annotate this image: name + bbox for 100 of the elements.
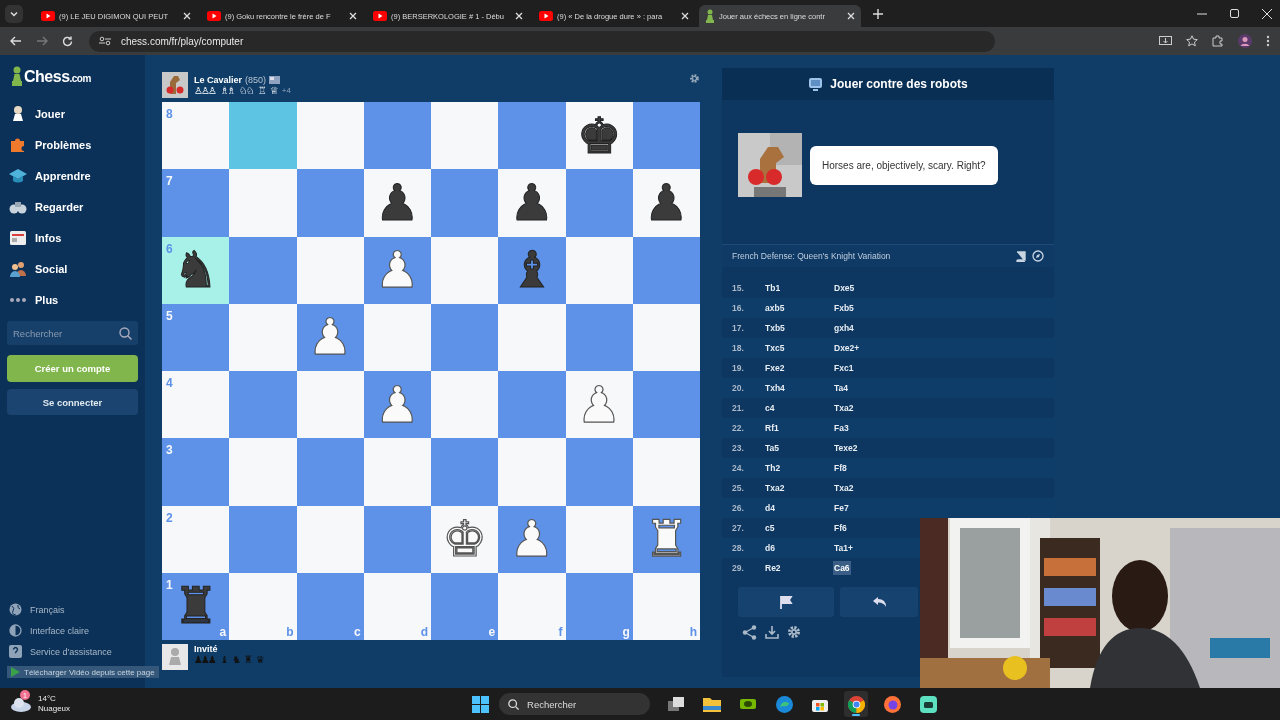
- board-square[interactable]: [296, 102, 364, 170]
- board-square[interactable]: ♟: [498, 169, 566, 237]
- move[interactable]: Ta4: [833, 381, 898, 395]
- board-square[interactable]: [431, 236, 499, 304]
- reload-icon[interactable]: [62, 35, 73, 47]
- move[interactable]: Ff8: [833, 461, 898, 475]
- resign-button[interactable]: [738, 587, 834, 617]
- download-icon[interactable]: [765, 625, 779, 639]
- move[interactable]: Fxe2: [764, 361, 829, 375]
- board-square[interactable]: [431, 102, 499, 170]
- move[interactable]: Txc5: [764, 341, 829, 355]
- chess-piece[interactable]: ♟: [374, 177, 420, 228]
- move[interactable]: axb5: [764, 301, 829, 315]
- settings-icon[interactable]: [689, 72, 700, 84]
- search-icon[interactable]: [119, 326, 132, 340]
- settings-icon[interactable]: [787, 625, 801, 639]
- tab-search-button[interactable]: [5, 4, 23, 23]
- taskbar-search[interactable]: Rechercher: [499, 693, 651, 715]
- board-square[interactable]: ♟: [632, 169, 700, 237]
- board-square[interactable]: [296, 236, 364, 304]
- profile-icon[interactable]: [1238, 34, 1252, 48]
- board-square[interactable]: [565, 303, 633, 371]
- move[interactable]: Txb5: [764, 321, 829, 335]
- undo-button[interactable]: [840, 587, 918, 617]
- move[interactable]: Fxb5: [833, 301, 898, 315]
- move[interactable]: Rf1: [764, 421, 829, 435]
- nav-item[interactable]: Apprendre: [7, 160, 138, 191]
- share-icon[interactable]: [742, 625, 757, 640]
- close-icon[interactable]: [681, 12, 689, 20]
- chess-piece[interactable]: ♟: [643, 177, 689, 228]
- chess-piece[interactable]: ♚: [442, 514, 488, 565]
- download-video-bar[interactable]: Télécharger Vidéo depuis cette page: [7, 666, 159, 678]
- board-square[interactable]: [565, 505, 633, 573]
- move[interactable]: Fxc1: [833, 361, 898, 375]
- board-square[interactable]: ♟: [363, 169, 431, 237]
- board-square[interactable]: ♝: [498, 236, 566, 304]
- install-icon[interactable]: [1159, 35, 1172, 47]
- move[interactable]: Ta1+: [833, 541, 898, 555]
- move[interactable]: Fa3: [833, 421, 898, 435]
- move[interactable]: Ff6: [833, 521, 898, 535]
- move[interactable]: Txa2: [833, 401, 898, 415]
- close-icon[interactable]: [183, 12, 191, 20]
- board-square[interactable]: [363, 505, 431, 573]
- windows-icon[interactable]: [472, 695, 490, 713]
- footer-link[interactable]: Service d'assistance: [7, 641, 138, 662]
- compass-icon[interactable]: [1032, 250, 1044, 262]
- site-settings-icon[interactable]: [99, 36, 111, 46]
- chess-piece[interactable]: ♝: [509, 245, 555, 296]
- board-square[interactable]: [431, 303, 499, 371]
- move[interactable]: Txa2: [833, 481, 898, 495]
- move[interactable]: Ta5: [764, 441, 829, 455]
- move[interactable]: d6: [764, 541, 829, 555]
- move[interactable]: Txh4: [764, 381, 829, 395]
- chess-piece[interactable]: ♟: [509, 177, 555, 228]
- move[interactable]: d4: [764, 501, 829, 515]
- chess-piece[interactable]: ♜: [173, 581, 219, 632]
- move[interactable]: Re2: [764, 561, 829, 575]
- board-square[interactable]: ♚: [431, 505, 499, 573]
- board-square[interactable]: [632, 236, 700, 304]
- minimize-icon[interactable]: [1197, 12, 1207, 15]
- board-square[interactable]: [363, 102, 431, 170]
- chess-piece[interactable]: ♞: [173, 245, 219, 296]
- footer-link[interactable]: Interface claire: [7, 620, 138, 641]
- board-square[interactable]: [632, 303, 700, 371]
- taskbar-app[interactable]: [844, 691, 869, 717]
- board-square[interactable]: [632, 371, 700, 439]
- chess-piece[interactable]: ♚: [576, 110, 622, 161]
- board-square[interactable]: [431, 371, 499, 439]
- board-square[interactable]: [296, 371, 364, 439]
- board-square[interactable]: [565, 236, 633, 304]
- nav-item[interactable]: Regarder: [7, 191, 138, 222]
- move[interactable]: Th2: [764, 461, 829, 475]
- nav-item[interactable]: Plus: [7, 284, 138, 315]
- move[interactable]: Tb1: [764, 281, 829, 295]
- footer-link[interactable]: Français: [7, 599, 138, 620]
- menu-icon[interactable]: [1266, 35, 1270, 47]
- close-icon[interactable]: [515, 12, 523, 20]
- close-icon[interactable]: [1262, 8, 1272, 19]
- move[interactable]: Dxe5: [833, 281, 898, 295]
- book-icon[interactable]: [1015, 250, 1026, 262]
- move[interactable]: Ca6: [833, 561, 851, 575]
- close-icon[interactable]: [349, 12, 357, 20]
- move[interactable]: Texe2: [833, 441, 898, 455]
- close-icon[interactable]: [847, 12, 855, 20]
- move[interactable]: c5: [764, 521, 829, 535]
- extensions-icon[interactable]: [1212, 35, 1224, 47]
- search-field[interactable]: Rechercher: [7, 321, 138, 345]
- chess-piece[interactable]: ♟: [576, 379, 622, 430]
- move[interactable]: Txa2: [764, 481, 829, 495]
- login-button[interactable]: Se connecter: [7, 389, 138, 415]
- board-square[interactable]: ♚: [565, 102, 633, 170]
- board-square[interactable]: [296, 505, 364, 573]
- move[interactable]: c4: [764, 401, 829, 415]
- board-square[interactable]: [632, 102, 700, 170]
- move[interactable]: Fe7: [833, 501, 898, 515]
- nav-item[interactable]: Infos: [7, 222, 138, 253]
- restore-icon[interactable]: [1230, 9, 1239, 18]
- nav-item[interactable]: Problèmes: [7, 129, 138, 160]
- board-square[interactable]: ♟: [565, 371, 633, 439]
- nav-item[interactable]: Jouer: [7, 98, 138, 129]
